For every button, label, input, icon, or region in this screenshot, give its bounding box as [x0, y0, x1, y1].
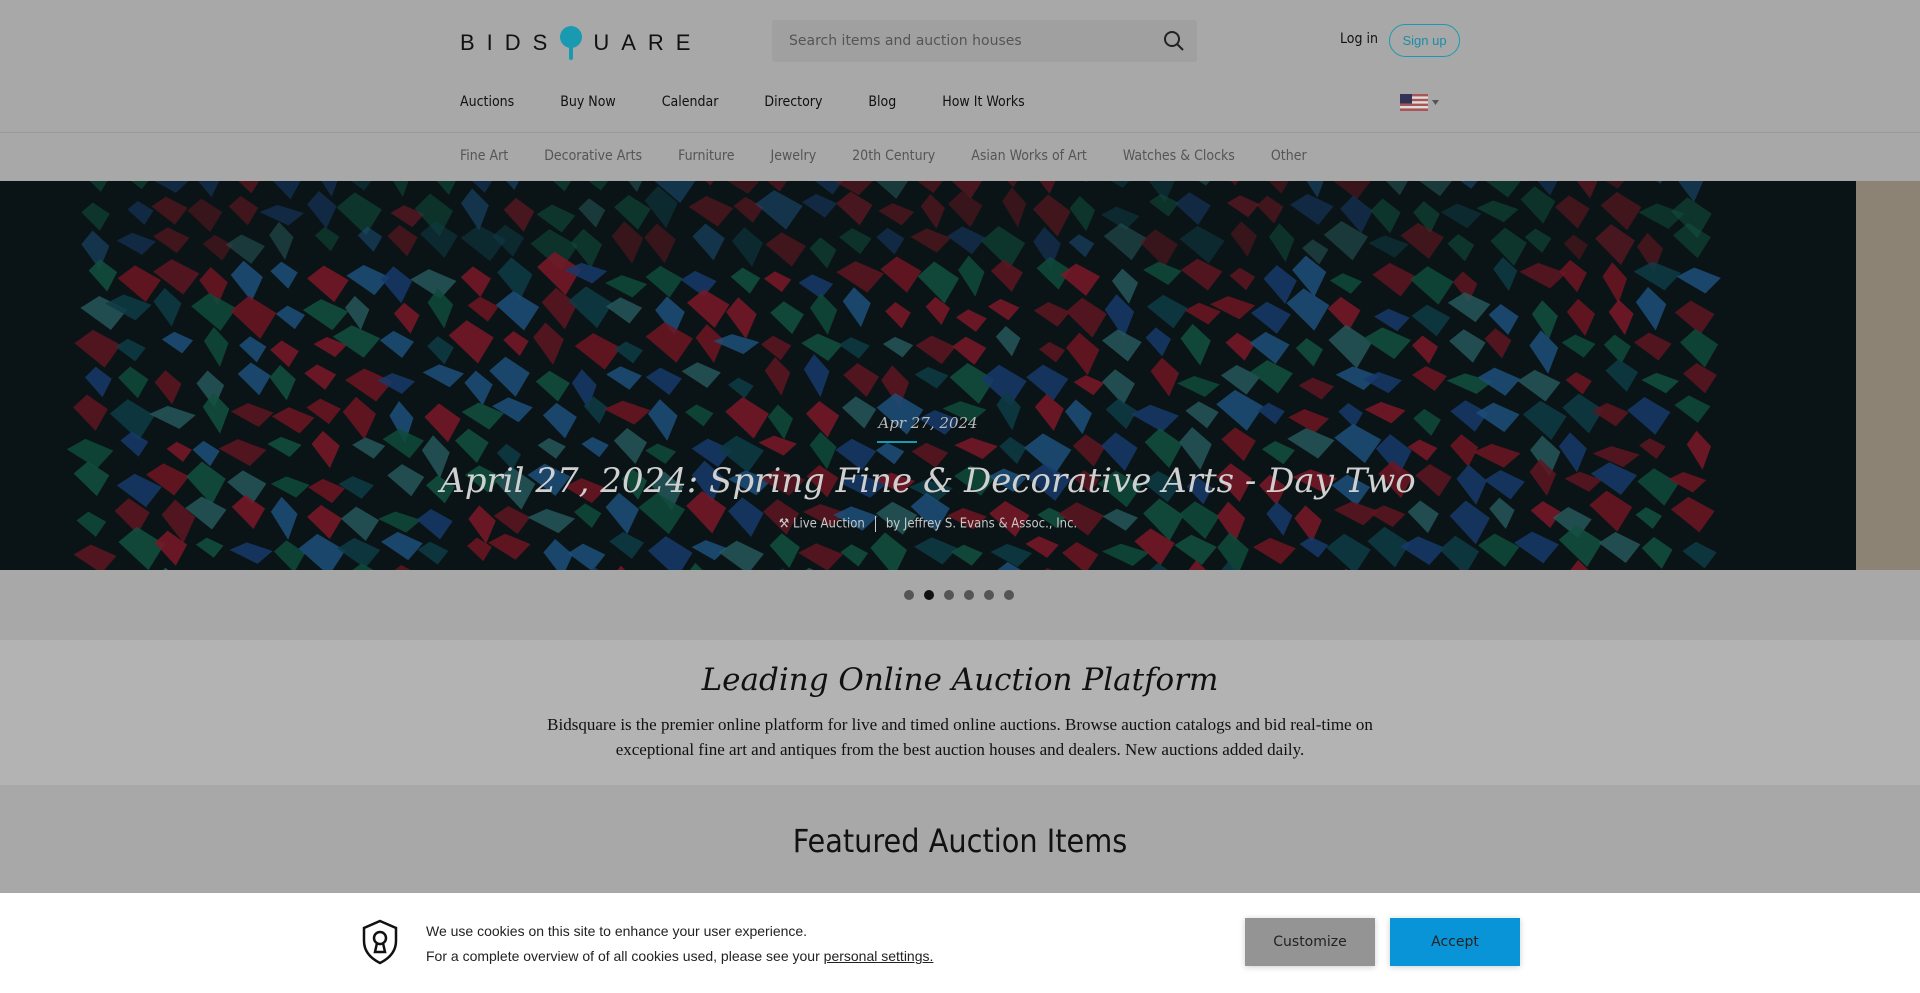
accept-button[interactable]: Accept — [1390, 918, 1520, 966]
cookie-text-2-label: For a complete overview of of all cookie… — [426, 948, 824, 964]
customize-button[interactable]: Customize — [1245, 918, 1375, 966]
personal-settings-link[interactable]: personal settings. — [824, 948, 934, 964]
carousel-dot[interactable] — [984, 590, 994, 600]
carousel-dot[interactable] — [1004, 590, 1014, 600]
main-nav: Auctions Buy Now Calendar Directory Blog… — [460, 94, 1071, 110]
nav-buy-now[interactable]: Buy Now — [560, 94, 616, 110]
carousel-dot[interactable] — [944, 590, 954, 600]
category-other[interactable]: Other — [1271, 148, 1307, 164]
auction-type: Live Auction — [792, 516, 865, 532]
hero-title[interactable]: April 27, 2024: Spring Fine & Decorative… — [0, 461, 1856, 501]
next-slide-preview[interactable] — [1856, 181, 1920, 570]
shield-lock-icon — [362, 919, 398, 965]
login-link[interactable]: Log in — [1340, 31, 1378, 47]
site-header: BIDS UARE Log in Sign up Auctions Buy No… — [0, 0, 1920, 181]
nav-calendar[interactable]: Calendar — [662, 94, 719, 110]
intro-section: Leading Online Auction Platform Bidsquar… — [0, 640, 1920, 785]
category-fine-art[interactable]: Fine Art — [460, 148, 508, 164]
nav-auctions[interactable]: Auctions — [460, 94, 514, 110]
category-jewelry[interactable]: Jewelry — [771, 148, 817, 164]
carousel-dots — [904, 590, 1014, 600]
auction-house[interactable]: by Jeffrey S. Evans & Assoc., Inc. — [886, 517, 1077, 532]
gavel-icon: ⚒ — [778, 516, 790, 532]
carousel-dot-active[interactable] — [924, 590, 934, 600]
search-icon[interactable] — [1163, 30, 1185, 52]
nav-directory[interactable]: Directory — [764, 94, 822, 110]
nav-how-it-works[interactable]: How It Works — [942, 94, 1025, 110]
hero-caption: Apr 27, 2024 April 27, 2024: Spring Fine… — [0, 181, 1856, 570]
search-input[interactable] — [772, 20, 1132, 62]
logo-drop-icon — [560, 26, 583, 60]
hero-accent-line — [877, 441, 917, 443]
carousel-dot[interactable] — [964, 590, 974, 600]
nav-blog[interactable]: Blog — [868, 94, 896, 110]
intro-title: Leading Online Auction Platform — [701, 662, 1219, 698]
caret-down-icon — [1432, 100, 1439, 105]
hero-carousel[interactable]: Apr 27, 2024 April 27, 2024: Spring Fine… — [0, 181, 1920, 570]
featured-title: Featured Auction Items — [792, 822, 1128, 860]
hero-meta: ⚒ Live Auction by Jeffrey S. Evans & Asso… — [0, 516, 1856, 532]
signup-button[interactable]: Sign up — [1389, 24, 1460, 57]
us-flag-icon — [1400, 94, 1428, 111]
bidsquare-logo[interactable]: BIDS UARE — [460, 24, 702, 62]
hero-date: Apr 27, 2024 — [878, 414, 978, 432]
header-divider — [0, 132, 1920, 133]
category-nav: Fine Art Decorative Arts Furniture Jewel… — [460, 148, 1343, 164]
category-watches-clocks[interactable]: Watches & Clocks — [1123, 148, 1235, 164]
carousel-dot[interactable] — [904, 590, 914, 600]
category-decorative-arts[interactable]: Decorative Arts — [544, 148, 642, 164]
cookie-text-2: For a complete overview of of all cookie… — [426, 948, 933, 964]
meta-separator — [874, 516, 876, 532]
cookie-text: We use cookies on this site to enhance y… — [426, 923, 808, 939]
language-selector[interactable] — [1400, 94, 1439, 111]
cookie-banner: We use cookies on this site to enhance y… — [0, 893, 1920, 993]
intro-text: Bidsquare is the premier online platform… — [547, 715, 1373, 759]
category-furniture[interactable]: Furniture — [678, 148, 734, 164]
category-20th-century[interactable]: 20th Century — [852, 148, 935, 164]
category-asian-works[interactable]: Asian Works of Art — [971, 148, 1087, 164]
search-box — [772, 20, 1197, 62]
